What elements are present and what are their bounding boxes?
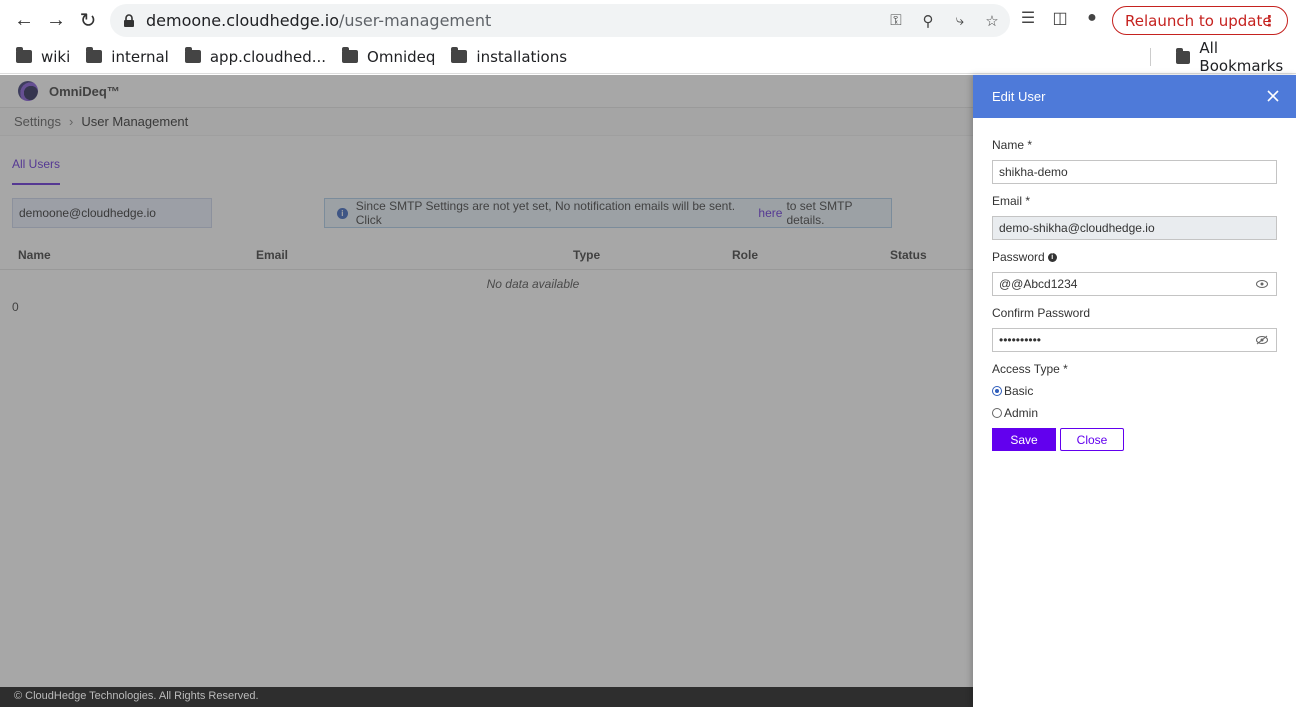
back-icon[interactable]: ← xyxy=(8,4,40,36)
radio-basic[interactable] xyxy=(992,386,1002,396)
side-panel-icon[interactable]: ◫ xyxy=(1050,8,1070,28)
radio-admin[interactable] xyxy=(992,408,1002,418)
eye-icon[interactable] xyxy=(1256,279,1268,289)
footer: © CloudHedge Technologies. All Rights Re… xyxy=(0,687,973,707)
modal-backdrop[interactable] xyxy=(0,75,973,687)
browser-toolbar: ← → ↻ demoone.cloudhedge.io/user-managem… xyxy=(0,0,1296,40)
bookmark-internal[interactable]: internal xyxy=(86,47,169,66)
folder-icon xyxy=(451,47,468,63)
bookmarks-bar: wiki internal app.cloudhed... Omnideq in… xyxy=(0,39,1296,75)
bookmark-app[interactable]: app.cloudhed... xyxy=(184,47,326,66)
zoom-icon[interactable]: ⚲ xyxy=(920,13,936,30)
access-basic-option[interactable]: Basic xyxy=(992,384,1277,398)
confirm-password-label: Confirm Password xyxy=(992,306,1091,320)
drawer-title: Edit User xyxy=(992,89,1046,104)
relaunch-button[interactable]: Relaunch to update ⋮ xyxy=(1112,6,1288,35)
reload-icon[interactable]: ↻ xyxy=(72,4,104,36)
password-label: Password i xyxy=(992,250,1277,264)
name-label: Name * xyxy=(992,138,1033,152)
confirm-password-field[interactable]: •••••••••• xyxy=(992,328,1277,352)
folder-icon xyxy=(1176,47,1191,64)
profile-icon[interactable]: ● xyxy=(1082,8,1102,28)
edit-user-form: Name * shikha-demo Email * demo-shikha@c… xyxy=(973,118,1296,471)
name-field[interactable]: shikha-demo xyxy=(992,160,1277,184)
folder-icon xyxy=(342,47,359,63)
bookmark-installations[interactable]: installations xyxy=(451,47,567,66)
folder-icon xyxy=(86,47,103,63)
address-bar[interactable]: demoone.cloudhedge.io/user-management ⚿ … xyxy=(110,4,1010,37)
access-admin-option[interactable]: Admin xyxy=(992,406,1277,420)
folder-icon xyxy=(16,47,32,63)
info-icon[interactable]: i xyxy=(1047,252,1057,262)
folder-icon xyxy=(184,47,201,63)
bookmark-omnideq[interactable]: Omnideq xyxy=(342,47,435,66)
menu-dots-icon: ⋮ xyxy=(1262,11,1277,30)
email-field: demo-shikha@cloudhedge.io xyxy=(992,216,1277,240)
all-bookmarks[interactable]: All Bookmarks xyxy=(1176,39,1296,75)
access-type-label: Access Type * xyxy=(992,362,1068,376)
bookmark-separator xyxy=(1150,48,1151,66)
lock-icon xyxy=(124,13,134,27)
eye-off-icon[interactable] xyxy=(1256,335,1268,345)
share-icon[interactable]: ⤷ xyxy=(952,12,968,29)
bookmark-wiki[interactable]: wiki xyxy=(16,47,70,66)
key-icon[interactable]: ⚿ xyxy=(888,12,904,29)
extensions-icon[interactable]: ☰ xyxy=(1018,8,1038,28)
star-icon[interactable]: ☆ xyxy=(984,13,1000,30)
url-text: demoone.cloudhedge.io/user-management xyxy=(146,11,492,30)
email-label: Email * xyxy=(992,194,1031,208)
close-button[interactable]: Close xyxy=(1060,428,1124,451)
close-icon[interactable] xyxy=(1266,89,1280,103)
edit-user-drawer: Edit User Name * shikha-demo Email * dem… xyxy=(973,75,1296,707)
save-button[interactable]: Save xyxy=(992,428,1056,451)
password-field[interactable]: @@Abcd1234 xyxy=(992,272,1277,296)
forward-icon[interactable]: → xyxy=(40,4,72,36)
drawer-header: Edit User xyxy=(973,75,1296,118)
